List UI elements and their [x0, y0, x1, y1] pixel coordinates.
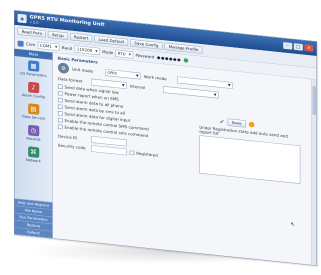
sidebar-links: Help and Register File Name Run Paramete… — [14, 198, 53, 239]
network-icon: ⌘ — [27, 146, 39, 158]
manage-profile-button[interactable]: Manage Profile — [164, 42, 203, 54]
main-area: Main ▦ I/O Parameters ♪ Alarm Config ▤ D… — [14, 48, 317, 266]
mode-label: Mode — [102, 49, 114, 56]
checkbox-icon — [57, 84, 63, 90]
settings-panel: Basic Parameters ⚙ Unit mode GPRS ▼ Work… — [53, 53, 317, 266]
field-label: Unit mode — [72, 66, 94, 74]
sidebar-item-label: I/O Parameters — [20, 71, 47, 78]
field-label: Interval — [129, 83, 146, 90]
field-label: Device ID — [57, 133, 78, 141]
chevron-down-icon: ▼ — [121, 83, 125, 88]
baud-value: 115200 — [76, 47, 93, 53]
work-mode-select[interactable]: ▼ — [177, 76, 233, 89]
app-logo-icon: ◈ — [17, 13, 27, 24]
bell-icon: ♪ — [27, 81, 39, 94]
clock-icon: ◷ — [27, 124, 39, 137]
sidebar-item-label: Records — [26, 136, 41, 142]
window-controls: – □ × — [283, 42, 314, 52]
checkbox-icon — [57, 124, 63, 130]
checkbox-icon — [57, 91, 63, 96]
registered-checkbox[interactable]: Registered — [129, 150, 158, 158]
checkbox-icon — [57, 104, 63, 110]
checkbox-icon — [57, 117, 63, 123]
chevron-down-icon: ▼ — [136, 73, 139, 78]
chevron-down-icon: ▼ — [54, 45, 58, 49]
checkbox-label: Registered — [136, 150, 158, 158]
field-value: GPRS — [107, 70, 117, 76]
sidebar-item-label: Data Service — [22, 114, 45, 121]
chevron-down-icon: ▼ — [227, 83, 231, 88]
password-label: Password — [135, 53, 155, 60]
chip-icon: ▦ — [27, 60, 39, 72]
com-label: Com — [26, 41, 36, 48]
checkbox-icon — [57, 111, 63, 116]
checkbox-icon — [57, 97, 63, 103]
connection-status-icon — [183, 58, 189, 63]
sidebar-item-network[interactable]: ⌘ Network — [15, 142, 53, 167]
report-pane: Under Registration state add auto send a… — [199, 125, 301, 184]
screen: ◈ GPRS RTU Monitoring Unit v 2.0 – □ × R… — [0, 0, 321, 275]
gear-icon: ⚙ — [57, 62, 70, 74]
baud-label: Baud — [61, 45, 73, 51]
field-label: Work mode — [143, 74, 167, 81]
minimize-button[interactable]: – — [283, 42, 293, 50]
password-field[interactable]: ●●●●●● — [157, 55, 181, 62]
app-window: ◈ GPRS RTU Monitoring Unit v 2.0 – □ × R… — [14, 10, 317, 266]
sidebar: Main ▦ I/O Parameters ♪ Alarm Config ▤ D… — [14, 48, 53, 239]
maximize-button[interactable]: □ — [293, 43, 303, 51]
unit-mode-select[interactable]: GPRS ▼ — [105, 69, 141, 80]
server-icon: ▤ — [27, 103, 39, 115]
check-icon: ✔ — [219, 117, 225, 126]
save-config-button[interactable]: Save Config — [130, 39, 163, 50]
chevron-down-icon: ▼ — [128, 52, 131, 57]
field-label: Security code — [57, 142, 86, 151]
security-code-input[interactable] — [91, 145, 127, 156]
port-icon — [17, 40, 24, 47]
checkbox-icon — [129, 150, 135, 156]
close-button[interactable]: × — [304, 44, 314, 52]
mode-select[interactable]: RTU ▼ — [115, 49, 133, 59]
restart-button[interactable]: Restart — [69, 32, 93, 43]
mode-value: RTU — [117, 51, 126, 57]
baud-select[interactable]: 115200 ▼ — [74, 45, 100, 56]
scroll-thumb[interactable] — [312, 86, 316, 116]
sidebar-item-label: Network — [26, 157, 41, 164]
vertical-scrollbar[interactable] — [311, 79, 317, 266]
com-select[interactable]: COM1 ▼ — [37, 41, 60, 51]
mouse-cursor-icon: ↖ — [290, 220, 296, 228]
read-para-button[interactable]: Read Para — [17, 27, 46, 38]
com-value: COM1 — [39, 43, 52, 49]
field-label: Data format — [57, 76, 83, 84]
sidebar-item-label: Alarm Config — [22, 93, 45, 100]
chevron-down-icon: ▼ — [213, 92, 217, 97]
chevron-down-icon: ▼ — [95, 49, 98, 54]
load-default-button[interactable]: Load Default — [94, 35, 129, 47]
warning-icon — [248, 121, 255, 128]
setup-button[interactable]: Setup — [47, 30, 68, 40]
